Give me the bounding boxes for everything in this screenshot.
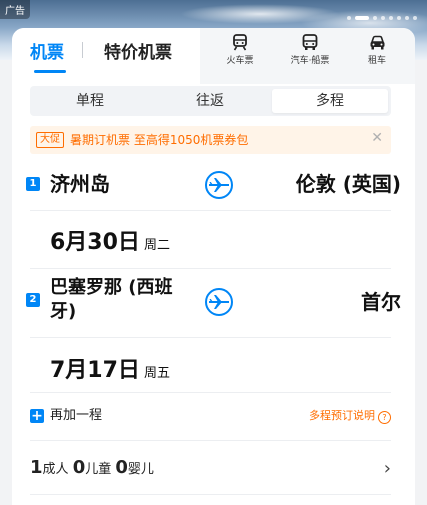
segment-number: 2 bbox=[26, 293, 40, 307]
weekday-text: 周二 bbox=[143, 238, 170, 253]
ad-label: 广告 bbox=[0, 0, 30, 19]
carousel-indicator bbox=[347, 16, 417, 20]
train-icon bbox=[233, 34, 247, 51]
car-icon bbox=[370, 35, 384, 50]
tab-train[interactable]: 火车票 bbox=[210, 34, 270, 66]
departure-city[interactable]: 济州岛 bbox=[50, 172, 110, 196]
tab-train-label: 火车票 bbox=[226, 56, 254, 66]
rules-label: 多程预订说明 bbox=[309, 409, 375, 422]
city-line: 巴塞罗那 (西班 bbox=[50, 277, 173, 298]
multi-city-rules-link[interactable]: 多程预订说明? bbox=[309, 408, 391, 424]
departure-date[interactable]: 6月30日 周二 bbox=[50, 224, 170, 256]
date-text: 6月30日 bbox=[50, 230, 140, 255]
tab-bus-ferry[interactable]: 汽车·船票 bbox=[280, 34, 340, 66]
infant-label: 婴儿 bbox=[127, 462, 154, 477]
infant-count: 0 bbox=[115, 457, 128, 478]
passenger-selector[interactable]: 1成人 0儿童 0婴儿 › bbox=[30, 456, 391, 480]
departure-date[interactable]: 7月17日 周五 bbox=[50, 352, 170, 384]
add-segment-row: + 再加一程 多程预订说明? bbox=[30, 407, 391, 431]
adult-count: 1 bbox=[30, 457, 43, 478]
segment-number: 1 bbox=[26, 177, 40, 191]
swap-route-icon[interactable] bbox=[202, 168, 236, 202]
child-label: 儿童 bbox=[85, 462, 112, 477]
promo-tag: 大促 bbox=[36, 132, 64, 148]
carousel-dot bbox=[397, 16, 401, 20]
divider bbox=[30, 268, 391, 269]
tab-divider bbox=[82, 42, 83, 58]
tab-deal-flights[interactable]: 特价机票 bbox=[104, 38, 172, 63]
chevron-right-icon: › bbox=[383, 458, 391, 479]
trip-multi-city[interactable]: 多程 bbox=[272, 89, 388, 113]
carousel-dot bbox=[389, 16, 393, 20]
passenger-summary: 1成人 0儿童 0婴儿 bbox=[30, 456, 154, 482]
carousel-dot bbox=[373, 16, 377, 20]
plus-icon[interactable]: + bbox=[30, 409, 44, 423]
divider bbox=[30, 392, 391, 393]
promo-text: 暑期订机票 至高得1050机票券包 bbox=[70, 133, 249, 147]
trip-one-way[interactable]: 单程 bbox=[30, 86, 150, 116]
city-line: 牙) bbox=[50, 301, 77, 322]
carousel-dot bbox=[413, 16, 417, 20]
carousel-dot bbox=[347, 16, 351, 20]
arrival-city[interactable]: 首尔 bbox=[361, 290, 401, 314]
divider bbox=[30, 440, 391, 441]
help-icon: ? bbox=[378, 411, 391, 424]
departure-city[interactable]: 巴塞罗那 (西班 牙) bbox=[50, 276, 173, 324]
child-count: 0 bbox=[72, 457, 86, 478]
swap-route-icon[interactable] bbox=[202, 285, 236, 319]
add-segment-button[interactable]: 再加一程 bbox=[50, 407, 102, 425]
trip-type-selector: 单程 往返 多程 bbox=[30, 86, 391, 116]
divider bbox=[30, 494, 391, 495]
promo-banner[interactable]: 大促 暑期订机票 至高得1050机票券包 ✕ bbox=[30, 126, 391, 154]
carousel-dot bbox=[381, 16, 385, 20]
arrival-city[interactable]: 伦敦 (英国) bbox=[296, 172, 401, 196]
date-text: 7月17日 bbox=[50, 358, 140, 383]
tab-car-rental[interactable]: 租车 bbox=[347, 34, 407, 66]
carousel-dot bbox=[405, 16, 409, 20]
product-tabs: 机票 特价机票 火车票 汽车·船票 租车 bbox=[12, 28, 415, 84]
divider bbox=[30, 337, 391, 338]
carousel-dot-active bbox=[355, 16, 369, 20]
tab-bus-label: 汽车·船票 bbox=[290, 56, 330, 66]
close-icon[interactable]: ✕ bbox=[371, 130, 383, 146]
divider bbox=[30, 210, 391, 211]
flight-search-card: 机票 特价机票 火车票 汽车·船票 租车 单程 往返 多程 大促 暑期订机票 至… bbox=[12, 28, 415, 505]
trip-round-trip[interactable]: 往返 bbox=[150, 86, 270, 116]
tab-flights[interactable]: 机票 bbox=[30, 38, 64, 63]
tab-car-label: 租车 bbox=[367, 56, 386, 66]
tab-active-indicator bbox=[34, 70, 66, 73]
weekday-text: 周五 bbox=[143, 366, 170, 381]
bus-icon bbox=[302, 34, 318, 50]
adult-label: 成人 bbox=[42, 462, 69, 477]
